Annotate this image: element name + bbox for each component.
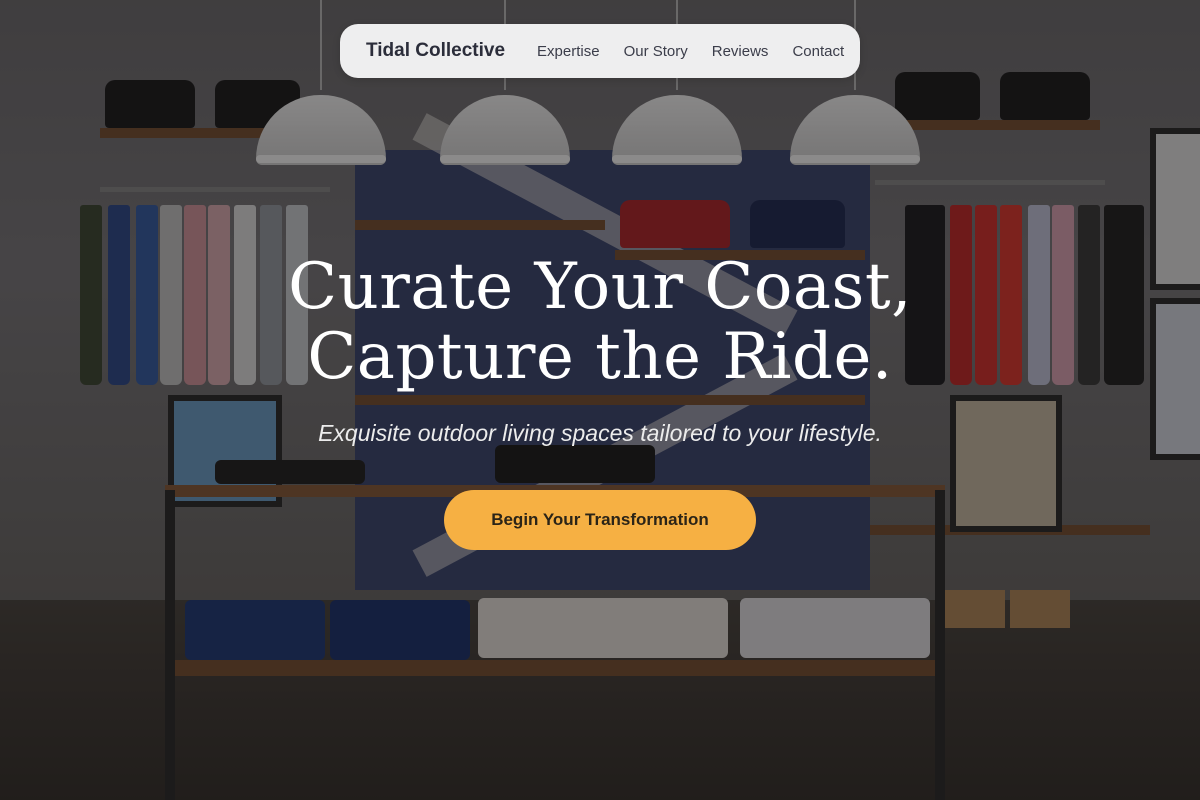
- hero-section: Curate Your Coast, Capture the Ride. Exq…: [0, 0, 1200, 800]
- begin-transformation-button[interactable]: Begin Your Transformation: [444, 490, 756, 550]
- hero-headline-line-1: Curate Your Coast,: [288, 250, 912, 324]
- hero-headline-line-2: Capture the Ride.: [307, 320, 893, 394]
- hero-subheadline: Exquisite outdoor living spaces tailored…: [318, 420, 882, 446]
- hero-headline: Curate Your Coast, Capture the Ride.: [0, 252, 1200, 392]
